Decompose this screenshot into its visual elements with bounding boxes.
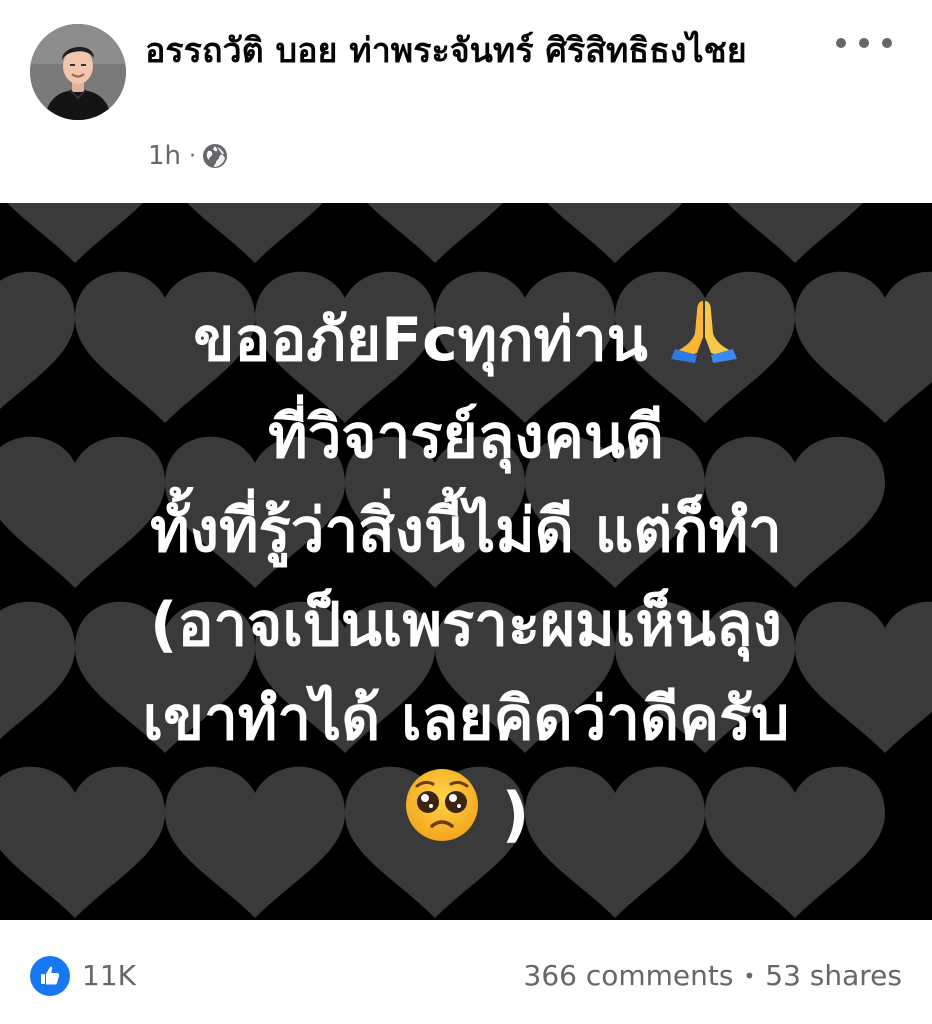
shares-count[interactable]: 53 shares [765, 956, 902, 996]
pleading-face-emoji-icon [403, 766, 481, 871]
caption-line-1-text: ขออภัยFcทุกท่าน [193, 305, 648, 375]
caption-line-3: ทั้งที่รู้ว่าสิ่งนี้ไม่ดี แต่ก็ทำ [150, 496, 782, 567]
caption-line-6: ) [0, 766, 932, 871]
post-image[interactable]: ขออภัยFcทุกท่าน ที่วิจารย์ลุงคนดี ทั้งที… [0, 203, 932, 920]
author-avatar[interactable] [30, 24, 126, 120]
image-caption-text: ขออภัยFcทุกท่าน ที่วิจารย์ลุงคนดี ทั้งที… [0, 293, 932, 871]
more-dot [859, 38, 869, 48]
caption-line-5: เขาทำได้ เลยคิดว่าดีครับ [142, 684, 790, 755]
more-options-icon[interactable] [836, 28, 892, 58]
post-time[interactable]: 1h [148, 141, 181, 171]
globe-icon[interactable] [202, 143, 228, 169]
stats-separator: • [743, 964, 756, 988]
caption-line-4: (อาจเป็นเพราะผมเห็นลุง [150, 590, 782, 661]
facebook-post: อรรถวัติ บอย ท่าพระจันทร์ ศิริสิทธิธงไชย… [0, 0, 932, 1024]
folded-hands-emoji-icon [669, 296, 739, 390]
comments-count[interactable]: 366 comments [524, 956, 734, 996]
thumbs-up-icon[interactable] [30, 956, 70, 996]
post-footer: 11K 366 comments • 53 shares [0, 920, 932, 1024]
post-meta: 1h · [148, 136, 228, 176]
caption-line-1: ขออภัยFcทุกท่าน [0, 293, 932, 390]
avatar-image [30, 24, 126, 120]
more-dot [836, 38, 846, 48]
reaction-count[interactable]: 11K [82, 956, 136, 996]
author-name[interactable]: อรรถวัติ บอย ท่าพระจันทร์ ศิริสิทธิธงไชย [145, 26, 805, 76]
post-header: อรรถวัติ บอย ท่าพระจันทร์ ศิริสิทธิธงไชย… [0, 0, 932, 200]
caption-line-2: ที่วิจารย์ลุงคนดี [268, 402, 664, 473]
caption-line-6-text: ) [501, 780, 530, 851]
more-dot [882, 38, 892, 48]
meta-separator: · [189, 143, 197, 169]
engagement-stats: 366 comments • 53 shares [524, 956, 903, 996]
